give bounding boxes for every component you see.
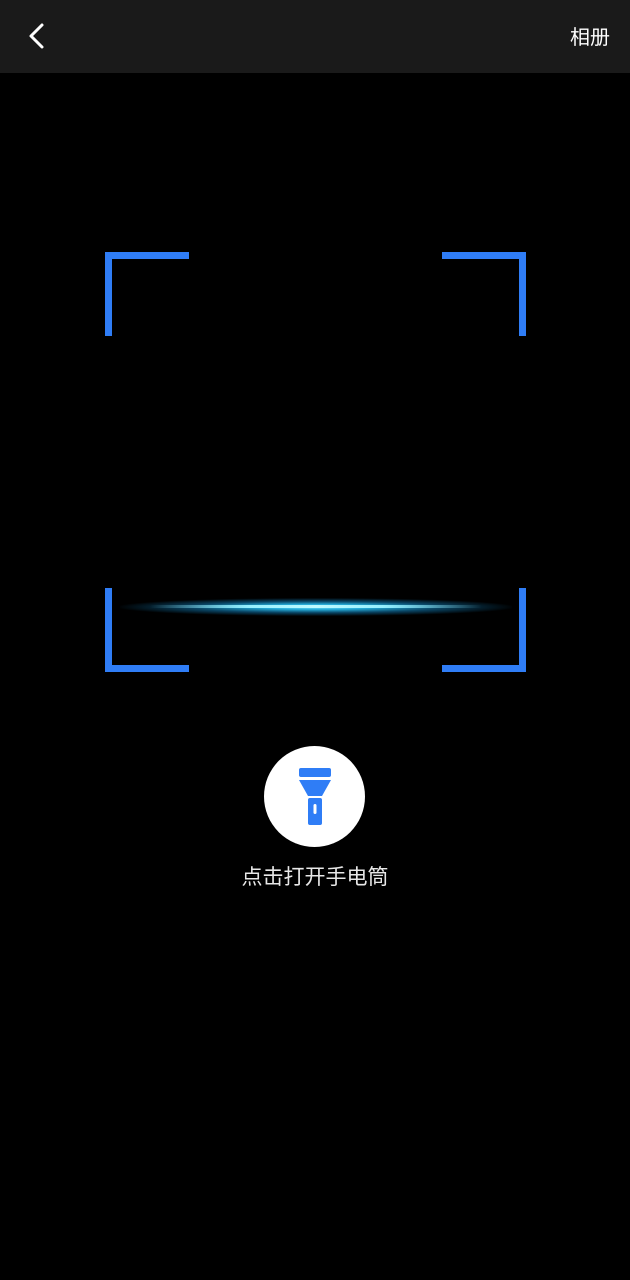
flashlight-button[interactable] bbox=[264, 746, 365, 847]
back-button[interactable] bbox=[14, 12, 62, 60]
album-button[interactable]: 相册 bbox=[570, 18, 610, 56]
scan-frame-corner-top-right bbox=[442, 252, 526, 336]
flashlight-icon bbox=[298, 767, 331, 825]
top-bar: 相册 bbox=[0, 0, 630, 73]
scan-frame-corner-top-left bbox=[105, 252, 189, 336]
flashlight-label: 点击打开手电筒 bbox=[241, 865, 389, 889]
scan-line bbox=[150, 605, 482, 608]
scanner-screen: 相册 点击打开手电筒 bbox=[0, 0, 630, 1280]
chevron-left-icon bbox=[29, 23, 44, 49]
